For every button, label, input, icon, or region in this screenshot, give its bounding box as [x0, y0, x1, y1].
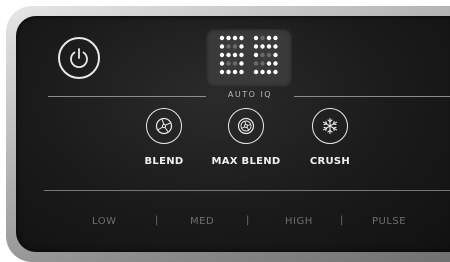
speed-low-button[interactable]: LOW — [92, 216, 116, 227]
max-blend-icon — [237, 117, 255, 135]
led-dot — [232, 44, 238, 49]
led-dot — [253, 44, 259, 49]
snowflake-icon — [322, 117, 338, 135]
led-dot — [273, 69, 278, 75]
power-button[interactable] — [58, 37, 100, 79]
led-dot — [266, 52, 272, 58]
speed-high-button[interactable]: HIGH — [285, 216, 313, 227]
led-dot — [273, 35, 278, 41]
led-dot — [273, 44, 278, 49]
led-dot — [253, 69, 259, 75]
led-dot — [232, 61, 238, 66]
led-dot — [260, 61, 265, 66]
led-dot — [219, 69, 225, 75]
led-dot — [266, 61, 272, 66]
lower-divider — [44, 190, 450, 191]
led-dot — [239, 35, 244, 41]
led-dot — [273, 61, 278, 66]
led-dot — [232, 35, 238, 41]
led-dot — [219, 61, 225, 66]
upper-divider-right — [294, 96, 450, 97]
blend-icon — [155, 117, 173, 135]
power-icon — [70, 48, 88, 69]
led-dot — [232, 69, 238, 75]
led-dot — [226, 52, 231, 58]
led-dot — [273, 52, 278, 58]
speed-separator: | — [340, 215, 344, 226]
led-dot — [226, 44, 231, 49]
led-dot — [266, 69, 272, 75]
led-dot — [266, 44, 272, 49]
speed-separator: | — [246, 215, 250, 226]
speed-separator: | — [155, 215, 159, 226]
blend-label: BLEND — [144, 156, 184, 167]
led-dot — [226, 69, 231, 75]
led-dot — [253, 52, 259, 58]
led-dot — [260, 52, 265, 58]
led-dot-matrix — [219, 35, 278, 75]
crush-label: CRUSH — [309, 156, 351, 167]
led-dot — [239, 69, 244, 75]
crush-button[interactable] — [312, 108, 348, 144]
upper-divider-left — [48, 96, 206, 97]
auto-iq-label: AUTO IQ — [227, 90, 273, 99]
led-dot — [219, 35, 225, 41]
led-dot — [219, 44, 225, 49]
max-blend-label: MAX BLEND — [211, 156, 281, 167]
led-dot — [239, 61, 244, 66]
blend-button[interactable] — [146, 108, 182, 144]
led-dot — [232, 52, 238, 58]
led-dot — [239, 52, 244, 58]
led-dot — [219, 52, 225, 58]
led-dot — [260, 69, 265, 75]
led-dot — [266, 35, 272, 41]
led-dot — [239, 44, 244, 49]
led-dot — [260, 35, 265, 41]
led-display — [206, 29, 292, 87]
led-dot — [253, 35, 259, 41]
led-dot — [226, 61, 231, 66]
led-dot — [253, 61, 259, 66]
speed-pulse-button[interactable]: PULSE — [372, 216, 406, 227]
speed-med-button[interactable]: MED — [190, 216, 214, 227]
led-dot — [226, 35, 231, 41]
max-blend-button[interactable] — [228, 108, 264, 144]
led-dot — [260, 44, 265, 49]
